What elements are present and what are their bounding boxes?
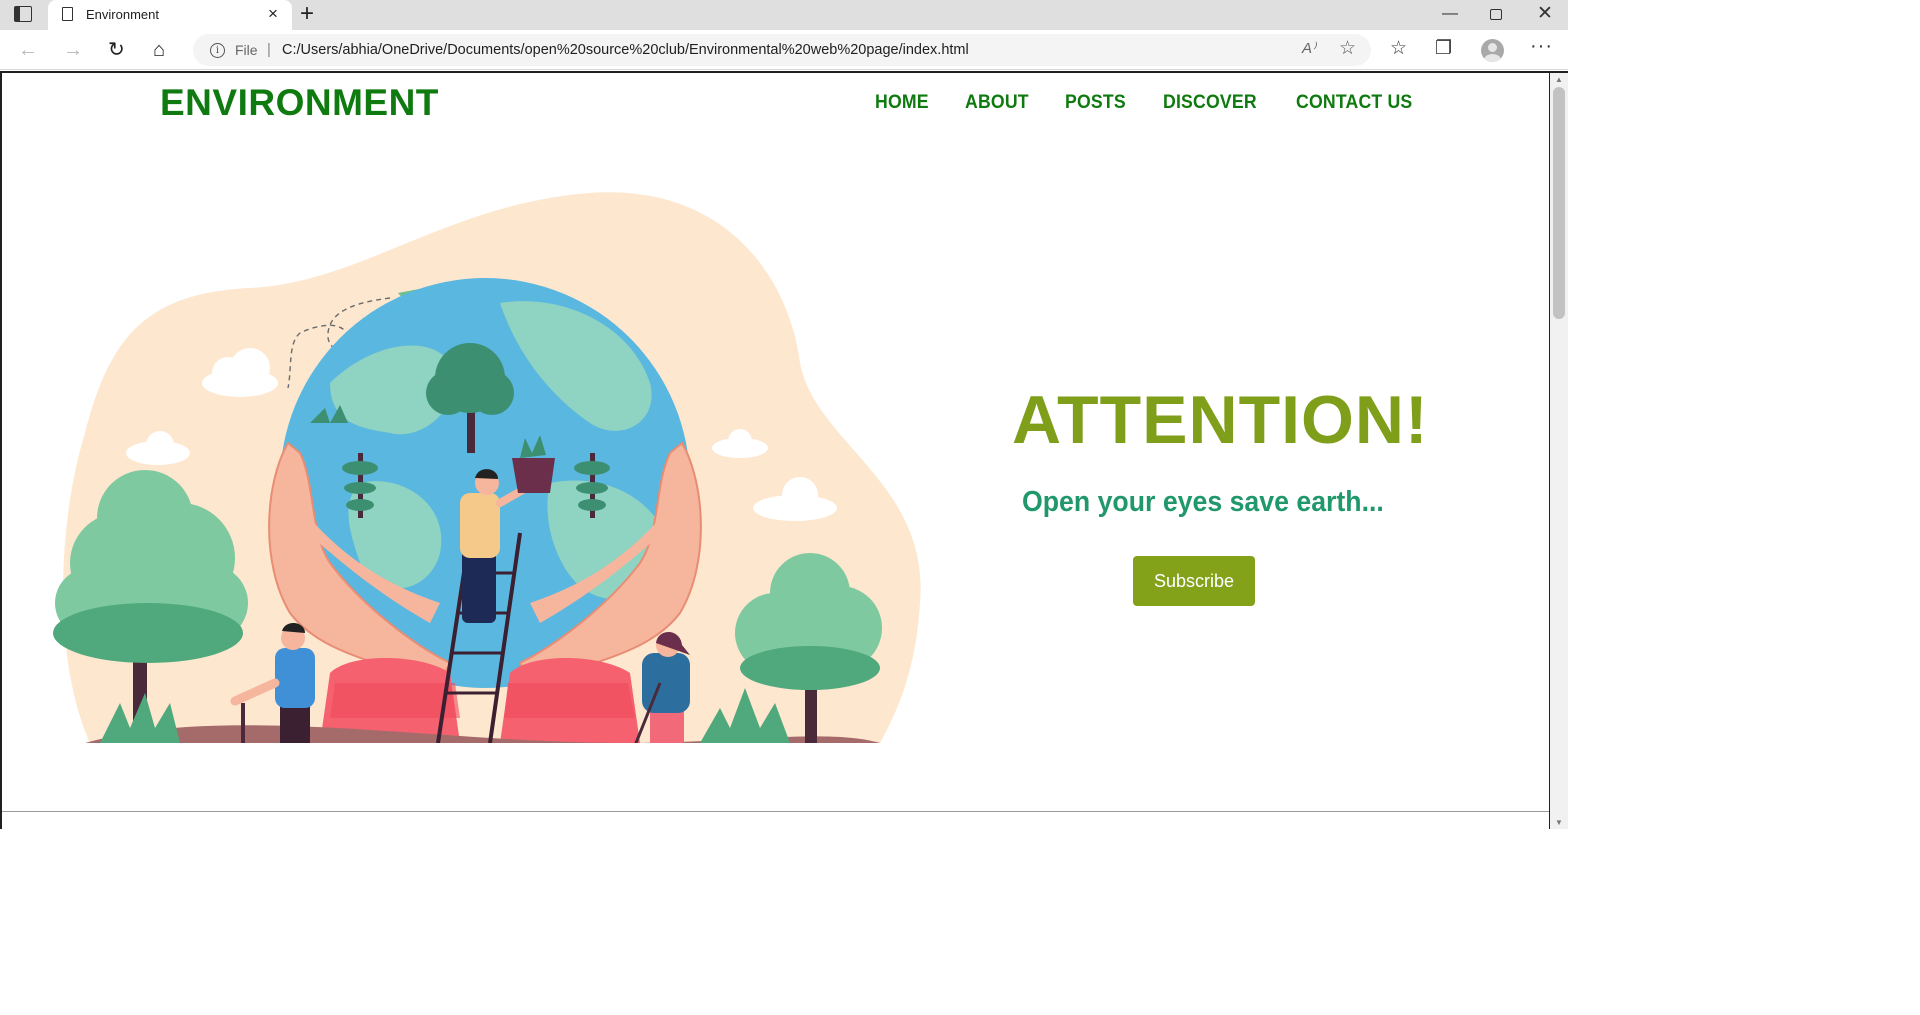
address-scheme-label: File bbox=[235, 42, 258, 58]
tab-title: Environment bbox=[86, 7, 159, 22]
more-icon[interactable]: ··· bbox=[1530, 33, 1553, 59]
address-url[interactable]: C:/Users/abhia/OneDrive/Documents/open%2… bbox=[282, 42, 969, 58]
close-window-button[interactable]: ✕ bbox=[1537, 3, 1553, 25]
section-divider bbox=[2, 811, 1549, 812]
viewport-border bbox=[0, 73, 2, 829]
nav-home-link[interactable]: HOME bbox=[875, 92, 929, 114]
browser-tab-bar: Environment × + — ✕ bbox=[0, 0, 1568, 30]
site-logo[interactable]: ENVIRONMENT bbox=[160, 82, 439, 124]
tab-actions-icon[interactable] bbox=[14, 6, 32, 22]
favorites-icon[interactable]: ☆ bbox=[1390, 36, 1407, 62]
scroll-down-arrow-icon[interactable]: ▼ bbox=[1555, 818, 1563, 827]
info-icon[interactable]: i bbox=[210, 43, 225, 58]
address-bar[interactable]: i File | C:/Users/abhia/OneDrive/Documen… bbox=[193, 34, 1371, 66]
tab-close-icon[interactable]: × bbox=[268, 4, 278, 24]
home-button[interactable]: ⌂ bbox=[153, 37, 165, 63]
hero-illustration bbox=[53, 192, 921, 743]
add-favorite-icon[interactable]: ☆ bbox=[1339, 37, 1356, 60]
subscribe-button[interactable]: Subscribe bbox=[1133, 556, 1255, 606]
nav-about-link[interactable]: ABOUT bbox=[965, 92, 1029, 114]
site-nav: HOME ABOUT POSTS DISCOVER CONTACT US bbox=[875, 92, 1453, 114]
address-separator: | bbox=[267, 41, 271, 58]
profile-avatar[interactable] bbox=[1481, 39, 1504, 62]
hero-tagline: Open your eyes save earth... bbox=[1022, 486, 1384, 518]
restore-button[interactable] bbox=[1490, 9, 1502, 20]
browser-tab[interactable]: Environment × bbox=[48, 0, 292, 30]
hero-heading: ATTENTION! bbox=[1012, 382, 1429, 458]
page-icon bbox=[62, 7, 73, 21]
back-button[interactable]: ← bbox=[18, 37, 38, 63]
collections-icon[interactable]: ❐ bbox=[1435, 36, 1452, 62]
nav-discover-link[interactable]: DISCOVER bbox=[1163, 92, 1257, 114]
browser-toolbar: ← → ↻ ⌂ i File | C:/Users/abhia/OneDrive… bbox=[0, 30, 1568, 70]
page-viewport: ENVIRONMENT HOME ABOUT POSTS DISCOVER CO… bbox=[0, 71, 1568, 829]
new-tab-button[interactable]: + bbox=[300, 1, 314, 27]
minimize-button[interactable]: — bbox=[1442, 3, 1458, 25]
scroll-thumb[interactable] bbox=[1553, 87, 1565, 319]
reload-button[interactable]: ↻ bbox=[108, 37, 125, 63]
read-aloud-icon[interactable]: A⁾ bbox=[1302, 39, 1316, 57]
forward-button[interactable]: → bbox=[63, 37, 83, 63]
nav-posts-link[interactable]: POSTS bbox=[1065, 92, 1126, 114]
page-scrollbar[interactable]: ▲ ▼ bbox=[1549, 73, 1568, 829]
nav-contact-link[interactable]: CONTACT US bbox=[1296, 92, 1412, 114]
scroll-up-arrow-icon[interactable]: ▲ bbox=[1555, 75, 1563, 84]
